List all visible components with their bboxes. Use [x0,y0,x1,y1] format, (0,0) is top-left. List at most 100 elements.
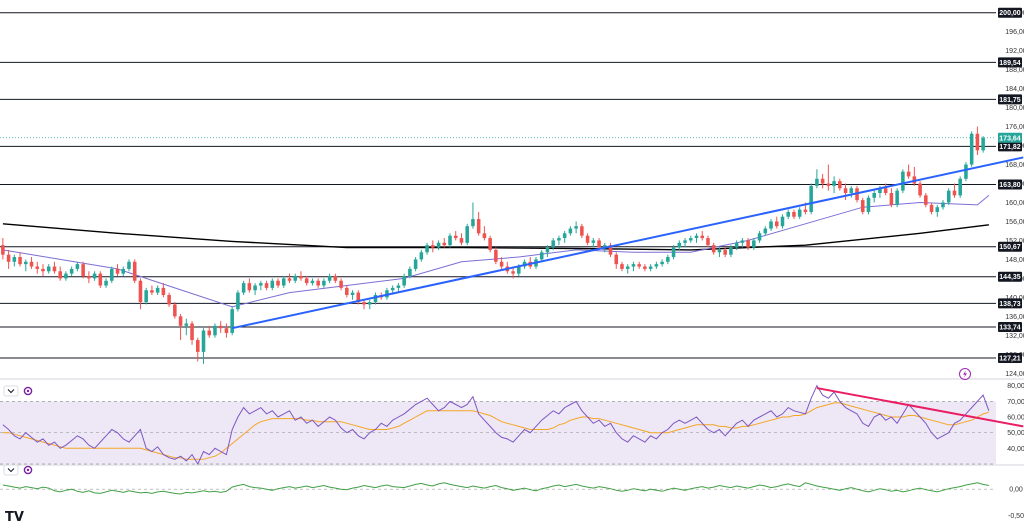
candle[interactable] [838,178,842,191]
candle[interactable] [390,285,395,293]
candle[interactable] [465,223,469,246]
candle[interactable] [580,223,584,239]
candle[interactable] [87,271,91,284]
settings-icon[interactable] [23,386,33,396]
candle[interactable] [453,230,458,241]
candle[interactable] [224,323,229,338]
candle[interactable] [52,261,57,274]
candle[interactable] [820,174,825,189]
candle[interactable] [436,240,441,250]
candle[interactable] [132,259,137,284]
candle[interactable] [241,280,246,295]
candle[interactable] [333,273,338,284]
candle[interactable] [752,238,756,250]
candle[interactable] [539,249,544,262]
candle[interactable] [711,242,716,255]
candle[interactable] [41,264,45,277]
candle[interactable] [339,278,343,291]
candle[interactable] [155,285,160,295]
candle[interactable] [402,273,406,288]
candle[interactable] [127,259,131,272]
candle[interactable] [345,285,349,298]
candle[interactable] [866,195,871,215]
candle[interactable] [780,214,785,229]
candle[interactable] [190,321,194,345]
candle[interactable] [849,185,854,198]
candle[interactable] [591,238,596,248]
candle[interactable] [253,283,257,295]
candle[interactable] [35,261,40,274]
candle[interactable] [471,202,475,229]
candle[interactable] [367,299,372,310]
candle[interactable] [459,233,464,246]
candle[interactable] [677,240,682,250]
candle[interactable] [356,290,361,305]
candle[interactable] [809,183,813,215]
candle[interactable] [69,266,74,277]
candle[interactable] [362,299,366,310]
candle[interactable] [906,164,911,179]
candle[interactable] [213,323,217,338]
candle[interactable] [614,252,619,269]
settings-icon[interactable] [23,465,33,475]
candle[interactable] [562,230,567,243]
candle[interactable] [144,287,148,305]
candle[interactable] [654,261,659,269]
candle[interactable] [327,273,332,284]
chart-canvas[interactable]: 200,00 196,00 192,00 188,00 184,00 180,00 176,… [0,0,1024,528]
candle[interactable] [299,271,303,281]
candle[interactable] [929,202,934,215]
candle[interactable] [442,238,447,248]
candle[interactable] [918,181,922,198]
candle[interactable] [121,266,126,277]
candle[interactable] [46,264,51,274]
candle[interactable] [700,230,705,241]
candle[interactable] [860,197,865,215]
candle[interactable] [631,261,636,272]
candle[interactable] [207,325,212,338]
candle[interactable] [706,235,710,248]
candle[interactable] [18,252,22,267]
candle[interactable] [110,266,114,284]
candle[interactable] [6,249,11,269]
candle[interactable] [115,264,120,277]
candle[interactable] [92,271,97,281]
candle[interactable] [276,278,280,288]
candle[interactable] [1,238,5,260]
candle[interactable] [230,306,234,336]
candle[interactable] [792,209,796,220]
candle[interactable] [161,283,166,298]
candle[interactable] [304,276,309,286]
candle[interactable] [64,271,68,281]
candle[interactable] [167,292,171,307]
candle[interactable] [270,278,275,291]
candle[interactable] [832,176,836,193]
candle[interactable] [29,257,34,269]
candle[interactable] [557,235,561,246]
chevron-down-icon[interactable] [3,385,19,397]
candle[interactable] [574,221,578,234]
candle[interactable] [425,242,429,255]
candle[interactable] [150,285,154,295]
candle[interactable] [104,278,108,288]
candle[interactable] [413,257,418,272]
candle[interactable] [688,235,693,243]
candle[interactable] [981,136,985,153]
candle[interactable] [322,278,326,288]
candle[interactable] [924,193,928,208]
candle[interactable] [774,216,779,229]
candle[interactable] [568,226,573,236]
candle[interactable] [648,264,653,272]
candle[interactable] [218,321,223,333]
candle[interactable] [969,131,974,167]
candle[interactable] [316,278,320,288]
candle[interactable] [946,188,951,205]
candle[interactable] [895,188,899,208]
uptrend-line[interactable] [231,156,1024,330]
candle[interactable] [941,200,945,210]
candle[interactable] [769,219,773,231]
candle[interactable] [173,302,177,319]
candle[interactable] [98,271,103,288]
candle[interactable] [958,176,962,198]
candle[interactable] [310,278,315,286]
